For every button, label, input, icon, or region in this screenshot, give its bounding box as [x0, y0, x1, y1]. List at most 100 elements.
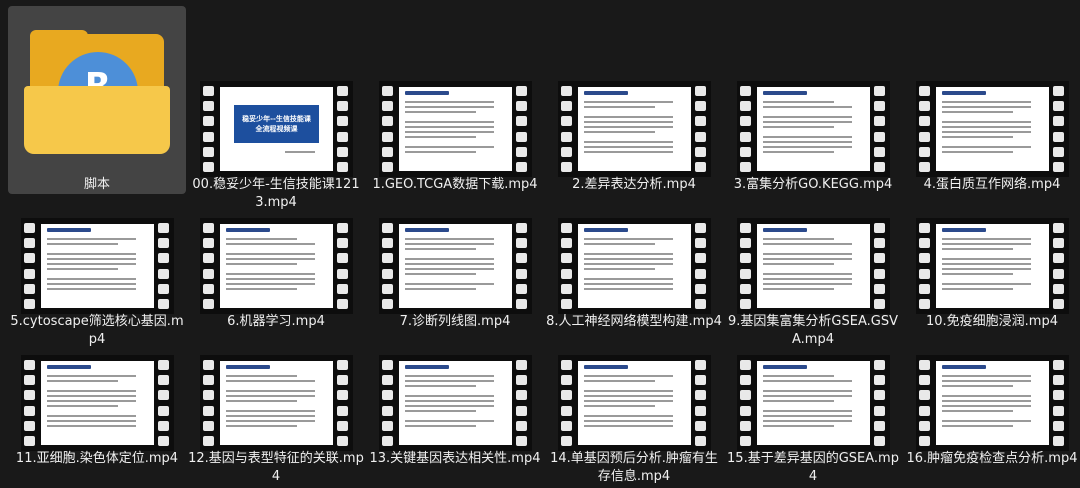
video-label: 7.诊断列线图.mp4 [399, 314, 511, 329]
video-thumbnail[interactable] [916, 355, 1069, 451]
video-label: 1.GEO.TCGA数据下载.mp4 [372, 177, 538, 192]
video-thumbnail[interactable]: 稳妥少年--生信技能课 全流程视频课 [200, 81, 353, 177]
doc-heading [226, 365, 270, 369]
doc-heading [47, 228, 91, 232]
video-frame-preview [399, 224, 512, 308]
video-thumbnail[interactable] [379, 218, 532, 314]
video-label: 14.单基因预后分析.肿瘤有生存信息.mp4 [550, 451, 718, 484]
video-label: 11.亚细胞.染色体定位.mp4 [15, 451, 179, 466]
video-frame-preview [936, 87, 1049, 171]
video-frame-preview [578, 224, 691, 308]
folder-icon: R [24, 30, 170, 154]
video-thumbnail[interactable] [737, 81, 890, 177]
title-card-line1: 稳妥少年--生信技能课 [242, 115, 311, 123]
doc-heading [405, 228, 449, 232]
video-label: 16.肿瘤免疫检查点分析.mp4 [906, 451, 1078, 466]
film-sprocket-holes [919, 83, 932, 175]
video-thumbnail[interactable] [737, 355, 890, 451]
film-sprocket-holes [919, 357, 932, 449]
folder-thumbnail[interactable]: R 脚本 [8, 6, 186, 194]
film-sprocket-holes [158, 220, 171, 312]
video-thumbnail[interactable] [558, 81, 711, 177]
video-frame-preview [578, 361, 691, 445]
film-sprocket-holes [1053, 83, 1066, 175]
film-sprocket-holes [516, 357, 529, 449]
film-sprocket-holes [561, 83, 574, 175]
doc-heading [405, 365, 449, 369]
video-frame-preview [757, 361, 870, 445]
folder-item-script[interactable]: R 脚本 [8, 6, 186, 194]
video-label: 12.基因与表型特征的关联.mp4 [188, 451, 364, 484]
doc-heading [763, 91, 807, 95]
film-sprocket-holes [382, 220, 395, 312]
video-label: 5.cytoscape筛选核心基因.mp4 [10, 314, 184, 347]
video-thumbnail[interactable] [916, 218, 1069, 314]
video-frame-preview [220, 224, 333, 308]
video-frame-preview [41, 224, 154, 308]
doc-heading [47, 365, 91, 369]
film-sprocket-holes [337, 220, 350, 312]
film-sprocket-holes [24, 357, 37, 449]
doc-heading [942, 228, 986, 232]
video-label: 6.机器学习.mp4 [227, 314, 325, 329]
film-sprocket-holes [516, 83, 529, 175]
doc-heading [584, 91, 628, 95]
title-card-banner: 稳妥少年--生信技能课 全流程视频课 [234, 105, 319, 143]
film-sprocket-holes [1053, 357, 1066, 449]
video-thumbnail[interactable] [200, 218, 353, 314]
film-sprocket-holes [874, 357, 887, 449]
doc-heading [226, 228, 270, 232]
video-frame-preview [936, 361, 1049, 445]
video-thumbnail[interactable] [21, 218, 174, 314]
doc-heading [763, 365, 807, 369]
film-sprocket-holes [382, 357, 395, 449]
doc-heading [584, 365, 628, 369]
video-frame-preview [578, 87, 691, 171]
video-label: 10.免疫细胞浸润.mp4 [926, 314, 1058, 329]
doc-heading [942, 91, 986, 95]
film-sprocket-holes [695, 357, 708, 449]
film-sprocket-holes [203, 220, 216, 312]
film-sprocket-holes [337, 83, 350, 175]
film-sprocket-holes [203, 83, 216, 175]
film-sprocket-holes [561, 220, 574, 312]
doc-heading [942, 365, 986, 369]
video-frame-preview [41, 361, 154, 445]
video-label: 9.基因集富集分析GSEA.GSVA.mp4 [728, 314, 898, 347]
film-sprocket-holes [740, 357, 753, 449]
doc-heading [584, 228, 628, 232]
video-label: 2.差异表达分析.mp4 [572, 177, 696, 192]
title-card-line2: 全流程视频课 [255, 125, 298, 133]
video-thumbnail[interactable] [916, 81, 1069, 177]
video-label: 00.稳妥少年-生信技能课1213.mp4 [192, 177, 360, 210]
film-sprocket-holes [740, 220, 753, 312]
film-sprocket-holes [695, 83, 708, 175]
film-sprocket-holes [337, 357, 350, 449]
video-thumbnail[interactable] [379, 81, 532, 177]
film-sprocket-holes [158, 357, 171, 449]
film-sprocket-holes [695, 220, 708, 312]
film-sprocket-holes [740, 83, 753, 175]
film-sprocket-holes [874, 220, 887, 312]
doc-heading [763, 228, 807, 232]
video-frame-preview: 稳妥少年--生信技能课 全流程视频课 [220, 87, 333, 171]
video-thumbnail[interactable] [558, 218, 711, 314]
video-thumbnail[interactable] [379, 355, 532, 451]
video-thumbnail[interactable] [737, 218, 890, 314]
video-thumbnail[interactable] [558, 355, 711, 451]
video-frame-preview [757, 224, 870, 308]
video-thumbnail[interactable] [21, 355, 174, 451]
video-frame-preview [399, 361, 512, 445]
film-sprocket-holes [561, 357, 574, 449]
film-sprocket-holes [1053, 220, 1066, 312]
video-thumbnail[interactable] [200, 355, 353, 451]
video-label: 8.人工神经网络模型构建.mp4 [546, 314, 722, 329]
video-frame-preview [936, 224, 1049, 308]
film-sprocket-holes [874, 83, 887, 175]
film-sprocket-holes [24, 220, 37, 312]
video-frame-preview [757, 87, 870, 171]
video-label: 4.蛋白质互作网络.mp4 [923, 177, 1061, 192]
film-sprocket-holes [203, 357, 216, 449]
video-frame-preview [399, 87, 512, 171]
video-label: 15.基于差异基因的GSEA.mp4 [727, 451, 899, 484]
